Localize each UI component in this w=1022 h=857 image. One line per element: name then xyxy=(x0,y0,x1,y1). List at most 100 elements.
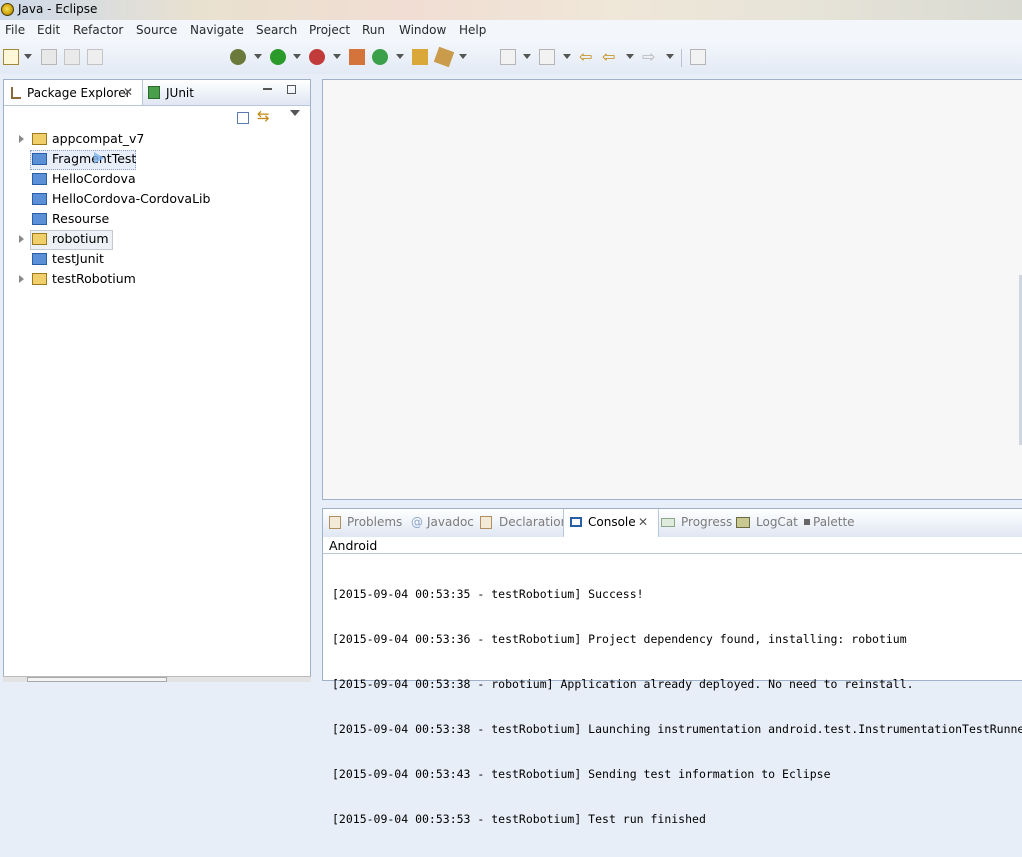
previous-annotation-dropdown-icon[interactable] xyxy=(563,54,571,59)
open-type-icon[interactable] xyxy=(412,49,428,65)
tab-console[interactable]: Console ✕ xyxy=(563,509,659,537)
palette-icon xyxy=(804,519,810,525)
folder-icon xyxy=(32,153,47,165)
search-icon[interactable] xyxy=(433,46,455,68)
minimize-icon[interactable] xyxy=(263,88,272,90)
tree-item-hellocordova-cordovalib[interactable]: HelloCordova-CordovaLib xyxy=(4,189,304,209)
tree-item-testrobotium[interactable]: testRobotium xyxy=(4,269,304,289)
tree-item-label: HelloCordova-CordovaLib xyxy=(52,191,211,206)
tab-problems-label: Problems xyxy=(347,515,403,529)
debug-dropdown-icon[interactable] xyxy=(254,54,262,59)
menu-run[interactable]: Run xyxy=(362,23,385,37)
tree-item-appcompat-v7[interactable]: appcompat_v7 xyxy=(4,129,304,149)
folder-icon xyxy=(32,193,47,205)
tab-package-explorer[interactable]: Package Explorer ✕ xyxy=(4,80,143,105)
menu-project[interactable]: Project xyxy=(309,23,350,37)
pin-editor-icon[interactable] xyxy=(690,49,706,65)
horizontal-scrollbar[interactable] xyxy=(3,676,311,682)
tab-problems[interactable]: Problems xyxy=(327,509,403,537)
menu-source[interactable]: Source xyxy=(136,23,177,37)
console-line: [2015-09-04 00:53:43 - testRobotium] Sen… xyxy=(332,767,831,781)
external-tools-icon[interactable] xyxy=(309,49,325,65)
package-explorer-panel: Package Explorer ✕ JUnit ⇆ appcompat_v7 … xyxy=(3,79,311,681)
tree-item-label: Resourse xyxy=(52,211,110,226)
main-toolbar: ⇦ ⇦ ⇨ xyxy=(0,40,1022,74)
back-dropdown-icon[interactable] xyxy=(626,54,634,59)
console-line: [2015-09-04 00:53:53 - testRobotium] Tes… xyxy=(332,812,706,826)
tree-item-hellocordova[interactable]: HelloCordova xyxy=(4,169,304,189)
tab-junit[interactable]: JUnit xyxy=(145,80,225,105)
editor-area[interactable] xyxy=(322,79,1022,500)
save-icon[interactable] xyxy=(41,49,57,65)
menu-file[interactable]: File xyxy=(5,23,25,37)
expand-icon[interactable] xyxy=(19,275,24,283)
menu-window[interactable]: Window xyxy=(399,23,446,37)
back-icon[interactable]: ⇦ xyxy=(602,49,618,65)
tab-progress[interactable]: Progress xyxy=(661,509,733,537)
run-icon[interactable] xyxy=(270,49,286,65)
tab-logcat[interactable]: LogCat xyxy=(735,509,801,537)
tree-item-label: appcompat_v7 xyxy=(52,131,145,146)
tab-palette-label: Palette xyxy=(813,515,855,529)
menu-search[interactable]: Search xyxy=(256,23,297,37)
left-tab-bar: Package Explorer ✕ JUnit xyxy=(4,80,310,106)
tab-declaration[interactable]: Declaration xyxy=(479,509,568,537)
android-project-icon xyxy=(32,273,47,285)
android-project-icon xyxy=(32,133,47,145)
link-with-editor-icon[interactable]: ⇆ xyxy=(257,109,270,124)
package-explorer-icon xyxy=(11,87,21,99)
menu-help[interactable]: Help xyxy=(459,23,486,37)
tree-item-label: testRobotium xyxy=(52,271,136,286)
tab-junit-label: JUnit xyxy=(166,86,194,100)
search-dropdown-icon[interactable] xyxy=(459,54,467,59)
tree-item-fragmenttest[interactable]: FragmentTest xyxy=(4,149,304,169)
tree-item-robotium[interactable]: robotium xyxy=(4,229,304,249)
tab-declaration-label: Declaration xyxy=(499,515,569,529)
forward-icon[interactable]: ⇨ xyxy=(642,49,658,65)
menu-edit[interactable]: Edit xyxy=(37,23,60,37)
junit-icon xyxy=(148,86,160,99)
new-dropdown-icon[interactable] xyxy=(24,54,32,59)
forward-dropdown-icon[interactable] xyxy=(666,54,674,59)
console-divider xyxy=(323,553,1022,554)
expand-icon[interactable] xyxy=(19,135,24,143)
new-class-dropdown-icon[interactable] xyxy=(396,54,404,59)
tree-item-testjunit[interactable]: testJunit xyxy=(4,249,304,269)
scrollbar-thumb[interactable] xyxy=(27,677,167,682)
view-menu-icon[interactable] xyxy=(290,110,300,116)
close-icon[interactable]: ✕ xyxy=(638,515,648,529)
eclipse-icon xyxy=(1,3,14,16)
tab-palette[interactable]: Palette xyxy=(803,509,863,537)
close-icon[interactable]: ✕ xyxy=(123,85,133,99)
external-tools-dropdown-icon[interactable] xyxy=(333,54,341,59)
progress-icon xyxy=(661,518,675,527)
console-output[interactable]: [2015-09-04 00:53:35 - testRobotium] Suc… xyxy=(332,557,1022,857)
console-line: [2015-09-04 00:53:35 - testRobotium] Suc… xyxy=(332,587,644,601)
tree-item-resourse[interactable]: Resourse xyxy=(4,209,304,229)
menu-navigate[interactable]: Navigate xyxy=(190,23,244,37)
tab-progress-label: Progress xyxy=(681,515,733,529)
tab-javadoc-label: Javadoc xyxy=(427,515,474,529)
next-annotation-dropdown-icon[interactable] xyxy=(523,54,531,59)
expand-icon[interactable] xyxy=(19,235,24,243)
console-line: [2015-09-04 00:53:38 - robotium] Applica… xyxy=(332,677,914,691)
bottom-tab-bar: Problems @ Javadoc Declaration Console ✕… xyxy=(323,509,1022,537)
tab-javadoc[interactable]: @ Javadoc xyxy=(409,509,475,537)
last-edit-location-icon[interactable]: ⇦ xyxy=(579,49,595,65)
new-icon[interactable] xyxy=(3,49,19,65)
menu-refactor[interactable]: Refactor xyxy=(73,23,123,37)
title-bar: Java - Eclipse xyxy=(0,0,1022,20)
collapse-all-icon[interactable] xyxy=(237,112,249,124)
folder-icon xyxy=(32,213,47,225)
new-java-package-icon[interactable] xyxy=(349,49,365,65)
save-all-icon[interactable] xyxy=(64,49,80,65)
new-java-class-icon[interactable] xyxy=(372,49,388,65)
tab-console-label: Console xyxy=(588,515,636,529)
debug-icon[interactable] xyxy=(230,49,246,65)
project-tree: appcompat_v7 FragmentTest HelloCordova H… xyxy=(4,129,310,329)
next-annotation-icon[interactable] xyxy=(500,49,516,65)
previous-annotation-icon[interactable] xyxy=(539,49,555,65)
maximize-icon[interactable] xyxy=(287,85,296,94)
print-icon[interactable] xyxy=(87,49,103,65)
run-dropdown-icon[interactable] xyxy=(293,54,301,59)
